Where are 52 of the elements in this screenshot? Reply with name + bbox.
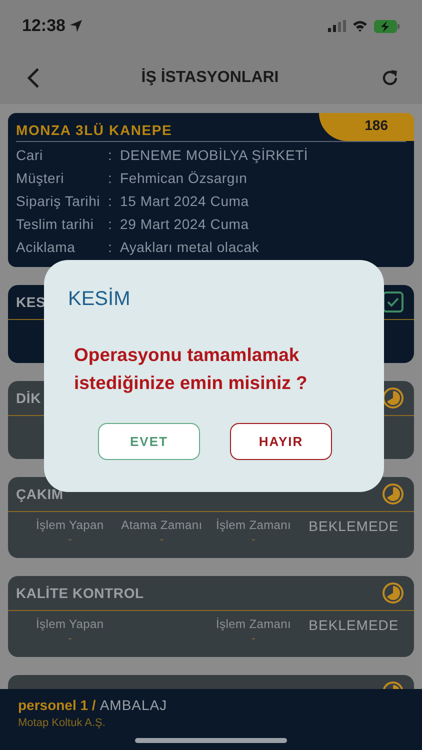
column-value: - [68,631,72,645]
separator: : [108,215,114,234]
field-value: 15 Mart 2024 Cuma [120,192,249,211]
column-label: İşlem Zamanı [216,617,292,631]
cancel-button[interactable]: HAYIR [230,423,332,460]
checkbox-checked-icon [382,291,404,313]
back-icon [26,67,40,89]
company-name: Motap Koltuk A.Ş. [18,717,106,729]
station-title: DİK [16,390,42,406]
battery-charging-icon [374,20,400,32]
user-name: personel 1 / [18,697,96,713]
location-arrow-icon [69,19,84,33]
status-label: BEKLEMEDE [308,518,400,534]
separator: : [108,169,114,188]
station-title: KALİTE KONTROL [16,585,144,601]
station-title: KES [16,294,46,310]
field-value: Fehmican Özsargın [120,169,248,188]
clock-time: 12:38 [22,16,66,36]
column-label: Atama Zamanı [121,518,202,532]
refresh-icon [380,68,400,88]
count-badge: 186 [318,113,414,141]
column-value: - [252,532,256,546]
clock-icon [382,387,404,409]
screen-title: İŞ İSTASYONLARI [141,69,279,87]
wifi-icon [352,20,368,32]
status-label: BEKLEMEDE [308,617,400,633]
field-value: Ayakları metal olacak [120,238,260,257]
field-label: Aciklama [16,238,76,257]
clock-icon [382,582,404,604]
separator: : [108,146,114,165]
dialog-title: KESİM [68,288,132,311]
signal-icon [328,20,346,32]
separator: : [108,238,114,257]
field-value: 29 Mart 2024 Cuma [120,215,249,234]
clock-icon [382,483,404,505]
column-value: - [68,532,72,546]
column-label: İşlem Yapan [36,518,104,532]
field-label: Cari [16,146,44,165]
field-label: Müşteri [16,169,65,188]
field-label: Teslim tarihi [16,215,95,234]
station-title: ÇAKIM [16,486,64,502]
product-title: MONZA 3LÜ KANEPE [16,121,172,140]
column-label: İşlem Yapan [36,617,104,631]
column-value: - [252,631,256,645]
column-value: - [160,532,164,546]
field-value: DENEME MOBİLYA ŞİRKETİ [120,146,308,165]
dialog-message: Operasyonu tamamlamak istediğinize emin misiniz ? [74,343,308,395]
column-label: İşlem Zamanı [216,518,292,532]
field-label: Sipariş Tarihi [16,192,102,211]
home-indicator[interactable] [135,738,287,743]
separator: : [108,192,114,211]
station-name: AMBALAJ [100,697,168,713]
